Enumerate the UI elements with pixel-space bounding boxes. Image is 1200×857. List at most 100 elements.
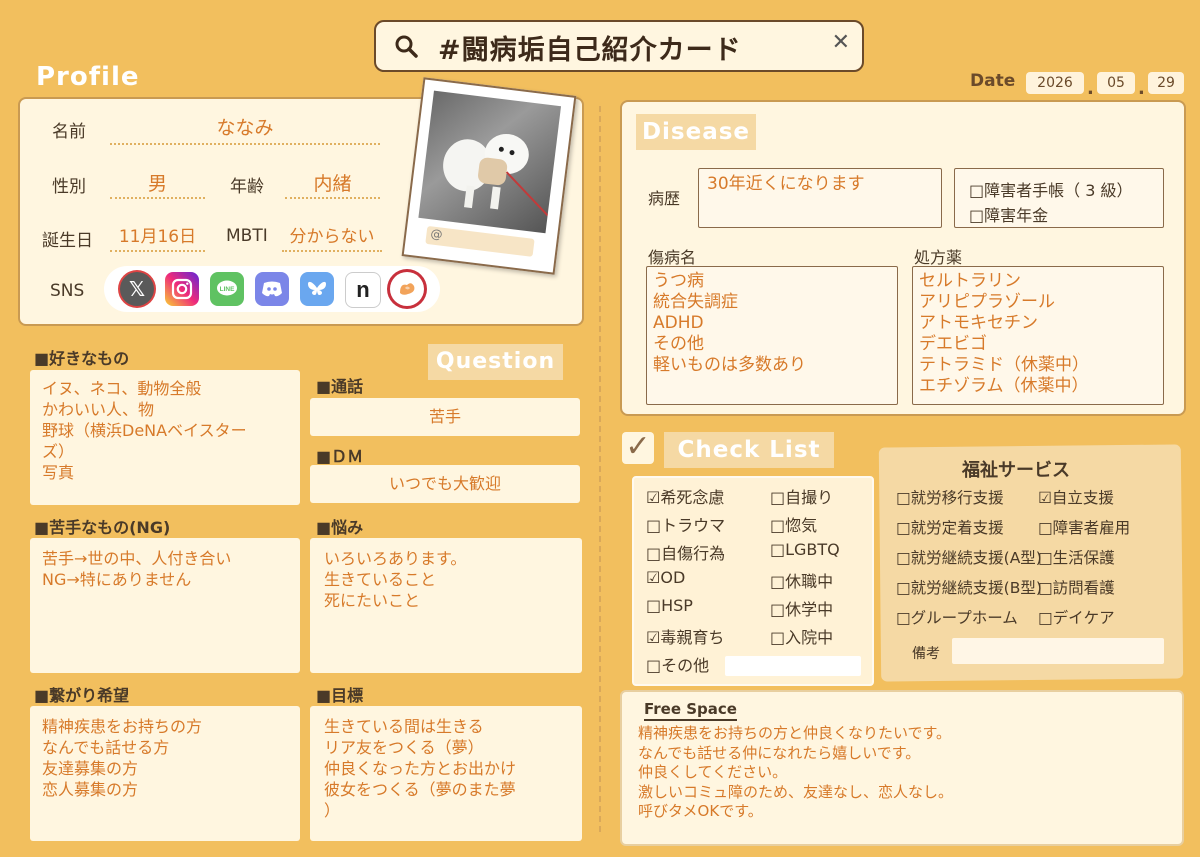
- checkbox-item[interactable]: □就労定着支援: [896, 516, 1004, 538]
- diagnosis-label: 傷病名: [648, 248, 697, 267]
- checkmark-icon: ✓: [622, 432, 654, 464]
- lit-link-icon[interactable]: [390, 272, 424, 306]
- checkbox-item[interactable]: □LGBTQ: [770, 540, 840, 559]
- dislikes-text: 苦手→世の中、人付き合い NG→特にありません: [42, 549, 232, 589]
- x-icon[interactable]: 𝕏: [120, 272, 154, 306]
- date-year[interactable]: 2026: [1026, 72, 1084, 94]
- date-separator: .: [1087, 78, 1094, 99]
- checkbox-item[interactable]: ☑自立支援: [1038, 486, 1114, 508]
- checkbox-item[interactable]: □その他: [646, 652, 709, 676]
- goal-text: 生きている間は生きる リア友をつくる（夢） 仲良くなった方とお出かけ 彼女をつく…: [324, 717, 517, 820]
- checkbox-item[interactable]: ☑OD: [646, 568, 685, 587]
- close-icon[interactable]: ✕: [832, 30, 850, 55]
- goal-title: ■目標: [316, 686, 364, 705]
- disease-heading: Disease: [636, 114, 756, 150]
- other-input[interactable]: [725, 656, 861, 676]
- search-icon: [395, 35, 418, 58]
- checkbox-item[interactable]: □休職中: [770, 568, 833, 592]
- checklist-heading: Check List: [664, 432, 834, 468]
- history-label: 病歴: [648, 189, 681, 208]
- search-bar[interactable]: #闘病垢自己紹介カード ✕: [374, 20, 864, 72]
- date-label: Date: [970, 71, 1016, 91]
- svg-text:LINE: LINE: [220, 286, 235, 293]
- discord-icon[interactable]: [255, 272, 289, 306]
- support-box: □障害者手帳（ 3 級） □障害年金: [954, 168, 1164, 228]
- checkbox-item[interactable]: □入院中: [770, 624, 833, 648]
- call-text: 苦手: [428, 407, 461, 426]
- handbook-check[interactable]: □障害者手帳（ 3 級）: [969, 177, 1132, 201]
- medication-label: 処方薬: [914, 248, 963, 267]
- dm-title: ■ＤＭ: [316, 447, 364, 466]
- pension-check[interactable]: □障害年金: [969, 202, 1048, 226]
- medication-text: セルトラリン アリピプラゾール アトモキセチン デエビゴ テトラミド（休薬中） …: [919, 271, 1089, 396]
- diagnosis-text: うつ病 統合失調症 ADHD その他 軽いものは多数あり: [653, 271, 806, 375]
- history-box[interactable]: 30年近くになります: [698, 168, 942, 228]
- connect-card[interactable]: 精神疾患をお持ちの方 なんでも話せる方 友達募集の方 恋人募集の方: [30, 706, 300, 841]
- gender-label: 性別: [52, 177, 86, 197]
- checkbox-item[interactable]: □デイケア: [1038, 606, 1115, 628]
- diagnosis-box[interactable]: うつ病 統合失調症 ADHD その他 軽いものは多数あり: [646, 266, 898, 405]
- checkbox-item[interactable]: □休学中: [770, 596, 833, 620]
- dm-text: いつでも大歓迎: [388, 474, 501, 493]
- date-month[interactable]: 05: [1097, 72, 1135, 94]
- call-title: ■通話: [316, 377, 364, 396]
- checkbox-item[interactable]: ☑希死念慮: [646, 484, 724, 508]
- checkbox-item[interactable]: □トラウマ: [646, 512, 725, 536]
- sns-label: SNS: [50, 281, 85, 301]
- dislikes-card[interactable]: 苦手→世の中、人付き合い NG→特にありません: [30, 538, 300, 673]
- mbti-value[interactable]: 分からない: [282, 222, 382, 252]
- birthday-value[interactable]: 11月16日: [110, 222, 205, 252]
- welfare-title: 福祉サービス: [962, 460, 1070, 481]
- likes-text: イヌ、ネコ、動物全般 かわいい人、物 野球（横浜DeNAベイスター ズ） 写真: [42, 379, 247, 482]
- dm-card[interactable]: いつでも大歓迎: [310, 465, 580, 503]
- connect-title: ■繋がり希望: [34, 686, 130, 705]
- checkbox-item[interactable]: □惚気: [770, 512, 817, 536]
- checkbox-item[interactable]: ☑毒親育ち: [646, 624, 724, 648]
- photo-handle[interactable]: @: [425, 225, 535, 257]
- age-value[interactable]: 内緒: [285, 169, 380, 199]
- name-value[interactable]: ななみ: [110, 113, 380, 145]
- call-card[interactable]: 苦手: [310, 398, 580, 436]
- column-divider: [599, 106, 601, 832]
- checkbox-item[interactable]: □グループホーム: [896, 606, 1018, 628]
- goal-card[interactable]: 生きている間は生きる リア友をつくる（夢） 仲良くなった方とお出かけ 彼女をつく…: [310, 706, 582, 841]
- line-icon[interactable]: LINE: [210, 272, 244, 306]
- name-label: 名前: [52, 122, 86, 142]
- checkbox-item[interactable]: □訪問看護: [1038, 576, 1115, 598]
- worry-title: ■悩み: [316, 518, 364, 537]
- checkbox-item[interactable]: □就労継続支援(A型): [896, 546, 1042, 568]
- age-label: 年齢: [230, 177, 264, 197]
- bluesky-icon[interactable]: [300, 272, 334, 306]
- gender-value[interactable]: 男: [110, 169, 205, 199]
- checkbox-item[interactable]: □HSP: [646, 596, 693, 615]
- checkbox-item[interactable]: □自撮り: [770, 484, 833, 508]
- birthday-label: 誕生日: [42, 231, 93, 251]
- question-heading: Question: [428, 344, 563, 380]
- profile-photo-frame: @: [401, 77, 577, 275]
- free-space-title: Free Space: [644, 700, 737, 721]
- checkbox-item[interactable]: □自傷行為: [646, 540, 725, 564]
- connect-text: 精神疾患をお持ちの方 なんでも話せる方 友達募集の方 恋人募集の方: [42, 717, 203, 799]
- worry-text: いろいろあります。 生きていること 死にたいこと: [324, 549, 467, 610]
- free-space-text: 精神疾患をお持ちの方と仲良くなりたいです。 なんでも話せる仲になれたら嬉しいです…: [638, 724, 954, 820]
- checkbox-item[interactable]: □生活保護: [1038, 546, 1115, 568]
- note-input[interactable]: [952, 638, 1164, 664]
- note-label: 備考: [912, 646, 940, 662]
- checkbox-item[interactable]: □就労移行支援: [896, 486, 1004, 508]
- search-query[interactable]: #闘病垢自己紹介カード: [438, 28, 742, 67]
- date-day[interactable]: 29: [1148, 72, 1184, 94]
- worry-card[interactable]: いろいろあります。 生きていること 死にたいこと: [310, 538, 582, 673]
- checkbox-item[interactable]: □障害者雇用: [1038, 516, 1130, 538]
- medication-box[interactable]: セルトラリン アリピプラゾール アトモキセチン デエビゴ テトラミド（休薬中） …: [912, 266, 1164, 405]
- checkbox-item[interactable]: □就労継続支援(B型): [896, 576, 1042, 598]
- history-text: 30年近くになります: [707, 174, 865, 194]
- likes-title: ■好きなもの: [34, 349, 130, 368]
- dislikes-title: ■苦手なもの(NG): [34, 518, 171, 537]
- instagram-icon[interactable]: [165, 272, 199, 306]
- date-separator: .: [1138, 78, 1145, 99]
- likes-card[interactable]: イヌ、ネコ、動物全般 かわいい人、物 野球（横浜DeNAベイスター ズ） 写真: [30, 370, 300, 505]
- profile-heading: Profile: [36, 62, 140, 92]
- mbti-label: MBTI: [226, 226, 268, 246]
- note-icon[interactable]: n: [345, 272, 381, 308]
- profile-photo[interactable]: [418, 90, 562, 234]
